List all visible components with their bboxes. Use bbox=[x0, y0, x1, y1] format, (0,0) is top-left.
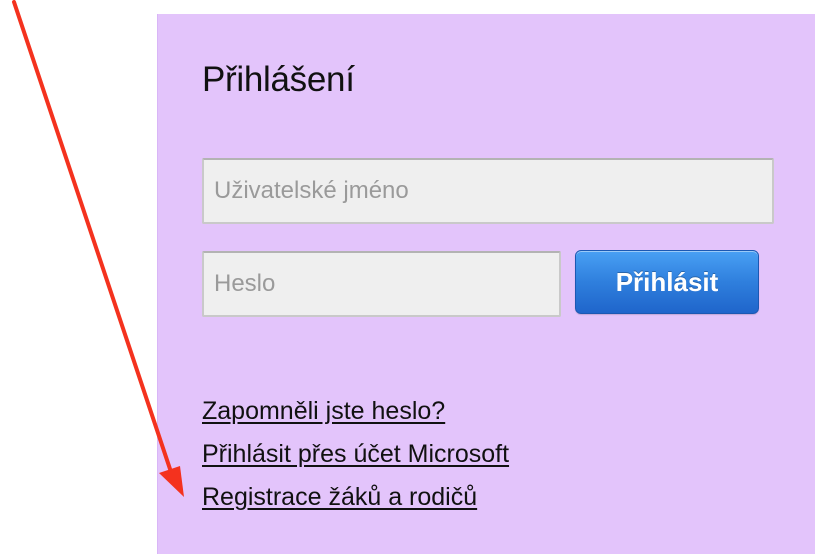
registration-link[interactable]: Registrace žáků a rodičů bbox=[202, 483, 477, 511]
login-button[interactable]: Přihlásit bbox=[575, 250, 759, 314]
login-links: Zapomněli jste heslo? Přihlásit přes úče… bbox=[202, 390, 509, 519]
list-item: Zapomněli jste heslo? bbox=[202, 390, 509, 433]
forgot-password-link[interactable]: Zapomněli jste heslo? bbox=[202, 397, 445, 425]
username-input[interactable] bbox=[202, 158, 774, 224]
microsoft-login-link[interactable]: Přihlásit přes účet Microsoft bbox=[202, 440, 509, 468]
page-title: Přihlášení bbox=[202, 60, 355, 99]
list-item: Registrace žáků a rodičů bbox=[202, 476, 509, 519]
login-panel: Přihlášení Přihlásit Zapomněli jste hesl… bbox=[157, 14, 815, 554]
list-item: Přihlásit přes účet Microsoft bbox=[202, 433, 509, 476]
arrow-shaft bbox=[12, 0, 174, 477]
password-input[interactable] bbox=[202, 251, 561, 317]
